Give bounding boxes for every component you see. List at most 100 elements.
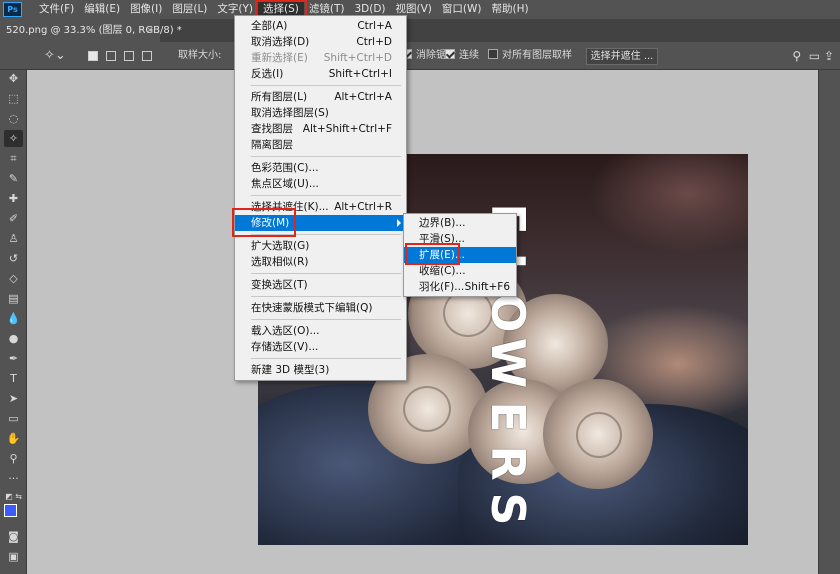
share-icon[interactable]: ⇪ — [824, 49, 834, 63]
submenu-item-smooth[interactable]: 平滑(S)... — [404, 231, 516, 247]
menu-item-modify[interactable]: 修改(M) — [235, 215, 406, 231]
menu-item-grow[interactable]: 扩大选取(G) — [235, 238, 406, 254]
menu-item-label: 色彩范围(C)... — [251, 162, 319, 174]
path-selection-tool-icon[interactable]: ➤ — [4, 390, 23, 407]
menu-item-select-and-mask[interactable]: 选择并遮住(K)... Alt+Ctrl+R — [235, 199, 406, 215]
move-tool-icon[interactable]: ✥ — [4, 70, 23, 87]
menu-item-new-3d-model[interactable]: 新建 3D 模型(3) — [235, 362, 406, 378]
crop-tool-icon[interactable]: ⌗ — [4, 150, 23, 167]
contiguous-checkbox[interactable] — [445, 49, 455, 59]
photoshop-logo-icon: Ps — [3, 2, 22, 17]
sample-size-label: 取样大小: — [178, 50, 222, 61]
foreground-color-swatch[interactable] — [4, 504, 17, 517]
menu-edit[interactable]: 编辑(E) — [79, 0, 125, 19]
sample-all-layers-checkbox[interactable] — [488, 49, 498, 59]
magic-wand-preset-icon[interactable]: ✧⌄ — [44, 42, 66, 70]
menu-item-shortcut: Shift+Ctrl+I — [328, 68, 392, 80]
tools-panel: ✥ ⬚ ◌ ✧ ⌗ ✎ ✚ ✐ ♙ ↺ ◇ ▤ 💧 ● ✒ T ➤ ▭ ✋ ⚲ … — [0, 70, 27, 574]
submenu-item-border[interactable]: 边界(B)... — [404, 215, 516, 231]
blur-tool-icon[interactable]: 💧 — [4, 310, 23, 327]
intersect-selection-icon[interactable] — [142, 51, 152, 61]
menu-item-focus-area[interactable]: 焦点区域(U)... — [235, 176, 406, 192]
menu-file[interactable]: 文件(F) — [34, 0, 79, 19]
submenu-item-expand[interactable]: 扩展(E)... — [404, 247, 516, 263]
menu-item-label: 反选(I) — [251, 68, 284, 80]
menu-item-label: 扩大选取(G) — [251, 240, 310, 252]
add-to-selection-icon[interactable] — [106, 51, 116, 61]
menu-layer[interactable]: 图层(L) — [167, 0, 212, 19]
menu-item-deselect-layers[interactable]: 取消选择图层(S) — [235, 105, 406, 121]
canvas-letter: W — [481, 337, 535, 389]
more-tools-icon[interactable]: ··· — [4, 470, 23, 487]
menu-help[interactable]: 帮助(H) — [487, 0, 534, 19]
menu-item-label: 选择并遮住(K)... — [251, 201, 329, 213]
menu-item-shortcut: Ctrl+A — [357, 20, 392, 32]
submenu-item-contract[interactable]: 收缩(C)... — [404, 263, 516, 279]
close-tab-icon[interactable]: × — [146, 19, 154, 42]
menu-item-label: 载入选区(O)... — [251, 325, 320, 337]
menu-item-transform-selection[interactable]: 变换选区(T) — [235, 277, 406, 293]
eyedropper-tool-icon[interactable]: ✎ — [4, 170, 23, 187]
brush-tool-icon[interactable]: ✐ — [4, 210, 23, 227]
gradient-tool-icon[interactable]: ▤ — [4, 290, 23, 307]
contiguous-option[interactable]: 连续 — [445, 42, 479, 70]
menu-item-label: 变换选区(T) — [251, 279, 308, 291]
menu-item-all[interactable]: 全部(A) Ctrl+A — [235, 18, 406, 34]
menu-item-color-range[interactable]: 色彩范围(C)... — [235, 160, 406, 176]
pen-tool-icon[interactable]: ✒ — [4, 350, 23, 367]
healing-brush-tool-icon[interactable]: ✚ — [4, 190, 23, 207]
menu-item-quick-mask[interactable]: 在快速蒙版模式下编辑(Q) — [235, 300, 406, 316]
new-selection-icon[interactable] — [88, 51, 98, 61]
menu-divider — [251, 156, 401, 157]
document-tab-title: 520.png @ 33.3% (图层 0, RGB/8) * — [6, 25, 182, 36]
menu-item-deselect[interactable]: 取消选择(D) Ctrl+D — [235, 34, 406, 50]
subtract-selection-icon[interactable] — [124, 51, 134, 61]
top-right-icons: ⚲ ▭ ⇪ — [792, 42, 834, 70]
lasso-tool-icon[interactable]: ◌ — [4, 110, 23, 127]
type-tool-icon[interactable]: T — [4, 370, 23, 387]
submenu-item-feather[interactable]: 羽化(F)... Shift+F6 — [404, 279, 516, 295]
quick-mask-icon[interactable]: ◙ — [4, 528, 23, 545]
rectangle-tool-icon[interactable]: ▭ — [4, 410, 23, 427]
select-and-mask-button[interactable]: 选择并遮住 ... — [586, 48, 658, 65]
zoom-tool-icon[interactable]: ⚲ — [4, 450, 23, 467]
menu-item-shortcut: Alt+Ctrl+R — [334, 201, 392, 213]
menu-item-save-selection[interactable]: 存储选区(V)... — [235, 339, 406, 355]
background-blur-shape — [588, 154, 748, 254]
screen-mode-icon[interactable]: ▣ — [4, 548, 23, 565]
document-tab[interactable]: 520.png @ 33.3% (图层 0, RGB/8) * × — [0, 19, 182, 42]
rose-petal-ring-3 — [576, 412, 622, 458]
submenu-arrow-icon — [397, 219, 401, 227]
menu-item-label: 焦点区域(U)... — [251, 178, 319, 190]
marquee-tool-icon[interactable]: ⬚ — [4, 90, 23, 107]
search-icon[interactable]: ⚲ — [792, 49, 801, 63]
clone-stamp-tool-icon[interactable]: ♙ — [4, 230, 23, 247]
menu-window[interactable]: 窗口(W) — [437, 0, 487, 19]
swap-colors-icon[interactable]: ◩ ⇆ — [4, 488, 23, 505]
menu-divider — [251, 195, 401, 196]
eraser-tool-icon[interactable]: ◇ — [4, 270, 23, 287]
menu-divider — [251, 358, 401, 359]
menu-item-similar[interactable]: 选取相似(R) — [235, 254, 406, 270]
menu-item-shortcut: Shift+F6 — [464, 281, 510, 293]
menu-divider — [251, 234, 401, 235]
menu-image[interactable]: 图像(I) — [125, 0, 167, 19]
menu-item-find-layers[interactable]: 查找图层 Alt+Shift+Ctrl+F — [235, 121, 406, 137]
workspace-icon[interactable]: ▭ — [809, 49, 820, 63]
menu-bar: Ps 文件(F) 编辑(E) 图像(I) 图层(L) 文字(Y) 选择(S) 滤… — [0, 0, 840, 19]
hand-tool-icon[interactable]: ✋ — [4, 430, 23, 447]
menu-item-isolate-layers[interactable]: 隔离图层 — [235, 137, 406, 153]
menu-item-label: 全部(A) — [251, 20, 288, 32]
menu-item-reselect: 重新选择(E) Shift+Ctrl+D — [235, 50, 406, 66]
menu-item-label: 在快速蒙版模式下编辑(Q) — [251, 302, 373, 314]
menu-divider — [251, 273, 401, 274]
sample-all-layers-option[interactable]: 对所有图层取样 — [488, 42, 572, 70]
dodge-tool-icon[interactable]: ● — [4, 330, 23, 347]
menu-item-inverse[interactable]: 反选(I) Shift+Ctrl+I — [235, 66, 406, 82]
menu-item-all-layers[interactable]: 所有图层(L) Alt+Ctrl+A — [235, 89, 406, 105]
menu-item-label: 所有图层(L) — [251, 91, 308, 103]
history-brush-tool-icon[interactable]: ↺ — [4, 250, 23, 267]
magic-wand-tool-icon[interactable]: ✧ — [4, 130, 23, 147]
menu-item-load-selection[interactable]: 载入选区(O)... — [235, 323, 406, 339]
options-bar: ✧⌄ 取样大小: 消除锯齿 连续 对所有图层取样 选择并遮住 ... — [0, 42, 840, 70]
